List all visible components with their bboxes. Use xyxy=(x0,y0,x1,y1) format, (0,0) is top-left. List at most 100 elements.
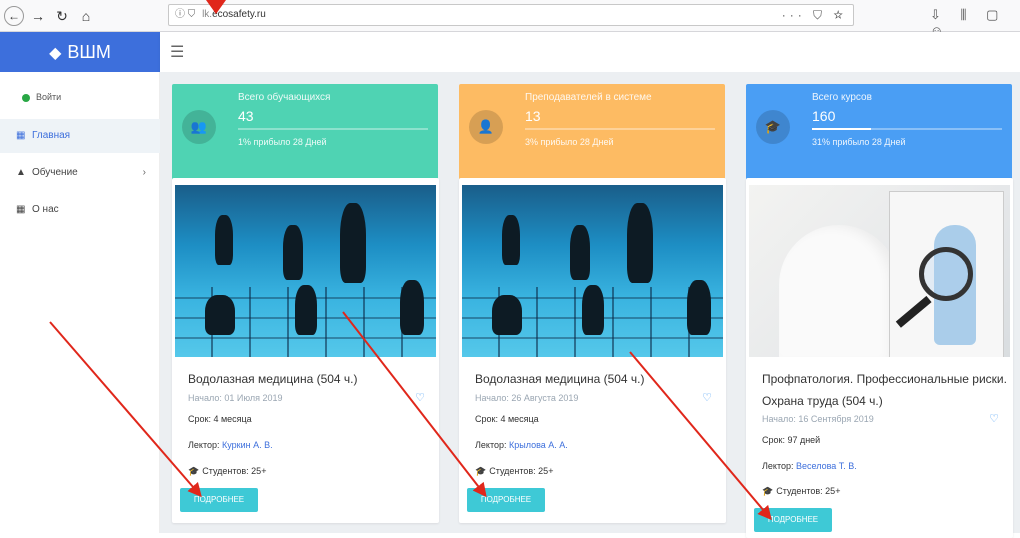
diver-graphic xyxy=(502,215,520,265)
sidebar-login[interactable]: Войти xyxy=(22,92,61,102)
course-image[interactable] xyxy=(175,185,436,357)
stat-card-teachers: 👤 Преподавателей в системе 13 3% прибыло… xyxy=(459,84,725,182)
stat-progress xyxy=(812,128,1002,130)
course-title[interactable]: Профпатология. Профессиональные риски. О… xyxy=(762,368,1007,412)
diver-graphic xyxy=(400,280,424,335)
doctor-graphic xyxy=(779,225,899,357)
lector-name-link[interactable]: Крылова А. А. xyxy=(509,440,568,450)
lector-name-link[interactable]: Веселова Т. В. xyxy=(796,461,857,471)
course-card: Профпатология. Профессиональные риски. О… xyxy=(746,178,1013,538)
lector-label: Лектор: xyxy=(188,440,220,450)
students-count: Студентов: 25+ xyxy=(202,466,267,476)
sidebar-item-about[interactable]: ▦ О нас xyxy=(0,193,160,227)
address-bar[interactable]: ⓘ ⛉ lk.ecosafety.ru ··· ⛉ ☆ xyxy=(168,4,854,26)
lector-name-link[interactable]: Куркин А. В. xyxy=(222,440,273,450)
grid-icon: ▦ xyxy=(16,204,26,215)
favorite-heart-icon[interactable]: ♡ xyxy=(415,391,425,404)
diver-graphic xyxy=(295,285,317,335)
stat-label: Всего курсов xyxy=(812,92,872,103)
stat-value: 160 xyxy=(812,108,836,124)
course-card: Водолазная медицина (504 ч.) Начало: 01 … xyxy=(172,178,439,523)
stat-subtext: 31% прибыло 28 Дней xyxy=(812,137,906,147)
online-status-icon xyxy=(22,93,30,102)
details-button[interactable]: ПОДРОБНЕЕ xyxy=(467,488,545,512)
course-lector: Лектор: Веселова Т. В. xyxy=(762,461,857,471)
sidebar-item-label: Главная xyxy=(32,130,71,141)
user-icon: 👤 xyxy=(469,110,503,144)
course-title[interactable]: Водолазная медицина (504 ч.) xyxy=(188,368,433,390)
favorite-heart-icon[interactable]: ♡ xyxy=(989,412,999,425)
forward-icon[interactable]: → xyxy=(28,6,48,26)
stat-label: Всего обучающихся xyxy=(238,92,331,103)
diver-graphic xyxy=(340,203,366,283)
favorite-heart-icon[interactable]: ♡ xyxy=(702,391,712,404)
diver-graphic xyxy=(205,295,235,335)
back-icon[interactable]: ← xyxy=(4,6,24,26)
graduation-cap-icon: 🎓 xyxy=(756,110,790,144)
sidebar-item-education[interactable]: ▲ Обучение › xyxy=(0,156,160,190)
login-label: Войти xyxy=(36,92,62,102)
home-icon[interactable]: ⌂ xyxy=(76,6,96,26)
course-image[interactable] xyxy=(749,185,1010,357)
course-start-date: Начало: 26 Августа 2019 xyxy=(475,393,579,403)
stat-subtext: 1% прибыло 28 Дней xyxy=(238,137,327,147)
stat-progress xyxy=(238,128,428,130)
course-term: Срок: 97 дней xyxy=(762,435,821,445)
site-info-icon[interactable]: ⓘ ⛉ xyxy=(175,9,195,20)
stat-value: 13 xyxy=(525,108,541,124)
diver-graphic xyxy=(627,203,653,283)
course-start-date: Начало: 16 Сентября 2019 xyxy=(762,414,874,424)
reload-icon[interactable]: ↻ xyxy=(52,6,72,26)
course-image[interactable] xyxy=(462,185,723,357)
sidebar: Войти ▦ Главная ▲ Обучение › ▦ О нас xyxy=(0,72,160,533)
course-term: Срок: 4 месяца xyxy=(188,414,252,424)
course-term: Срок: 4 месяца xyxy=(475,414,539,424)
brand-name: ВШМ xyxy=(67,42,111,62)
course-students: 🎓 Студентов: 25+ xyxy=(762,486,840,497)
graduation-cap-icon: 🎓 xyxy=(188,466,200,476)
graduation-cap-icon: 🎓 xyxy=(475,466,487,476)
diver-graphic xyxy=(687,280,711,335)
course-card: Водолазная медицина (504 ч.) Начало: 26 … xyxy=(459,178,726,523)
sidebar-item-label: Обучение xyxy=(32,167,78,178)
url-subdomain: lk. xyxy=(202,9,213,20)
stat-progress xyxy=(525,128,715,130)
users-icon: 👥 xyxy=(182,110,216,144)
brand-logo[interactable]: ◆ ВШМ xyxy=(0,32,160,72)
stat-label: Преподавателей в системе xyxy=(525,92,652,103)
lector-label: Лектор: xyxy=(762,461,794,471)
lector-label: Лектор: xyxy=(475,440,507,450)
students-count: Студентов: 25+ xyxy=(776,486,841,496)
cap-icon: ▲ xyxy=(16,167,26,178)
diver-graphic xyxy=(283,225,303,280)
sidebar-item-label: О нас xyxy=(32,204,59,215)
stat-subtext: 3% прибыло 28 Дней xyxy=(525,137,614,147)
sidebar-item-home[interactable]: ▦ Главная xyxy=(0,119,160,153)
course-students: 🎓 Студентов: 25+ xyxy=(475,466,553,477)
course-title[interactable]: Водолазная медицина (504 ч.) xyxy=(475,368,720,390)
course-students: 🎓 Студентов: 25+ xyxy=(188,466,266,477)
logo-icon: ◆ xyxy=(49,45,62,62)
course-start-date: Начало: 01 Июля 2019 xyxy=(188,393,283,403)
course-lector: Лектор: Куркин А. В. xyxy=(188,440,273,450)
course-lector: Лектор: Крылова А. А. xyxy=(475,440,568,450)
browser-toolbar: ← → ↻ ⌂ ⓘ ⛉ lk.ecosafety.ru ··· ⛉ ☆ ⇩ ⫼ … xyxy=(0,0,1020,38)
magnifier-graphic xyxy=(919,247,973,301)
diver-graphic xyxy=(492,295,522,335)
details-button[interactable]: ПОДРОБНЕЕ xyxy=(180,488,258,512)
top-header: ☰ xyxy=(160,32,1020,72)
dashboard-icon: ▦ xyxy=(16,130,26,141)
chevron-right-icon: › xyxy=(142,167,146,178)
menu-toggle-icon[interactable]: ☰ xyxy=(170,42,184,62)
diver-graphic xyxy=(215,215,233,265)
graduation-cap-icon: 🎓 xyxy=(762,486,774,496)
diver-graphic xyxy=(570,225,590,280)
stat-progress-fill xyxy=(812,128,871,130)
page-actions-icon[interactable]: ··· ⛉ ☆ xyxy=(782,5,847,25)
url-host: ecosafety.ru xyxy=(212,9,266,20)
main-content: 👥 Всего обучающихся 43 1% прибыло 28 Дне… xyxy=(160,72,1020,538)
students-count: Студентов: 25+ xyxy=(489,466,554,476)
stat-value: 43 xyxy=(238,108,254,124)
stat-card-courses: 🎓 Всего курсов 160 31% прибыло 28 Дней xyxy=(746,84,1012,182)
details-button[interactable]: ПОДРОБНЕЕ xyxy=(754,508,832,532)
